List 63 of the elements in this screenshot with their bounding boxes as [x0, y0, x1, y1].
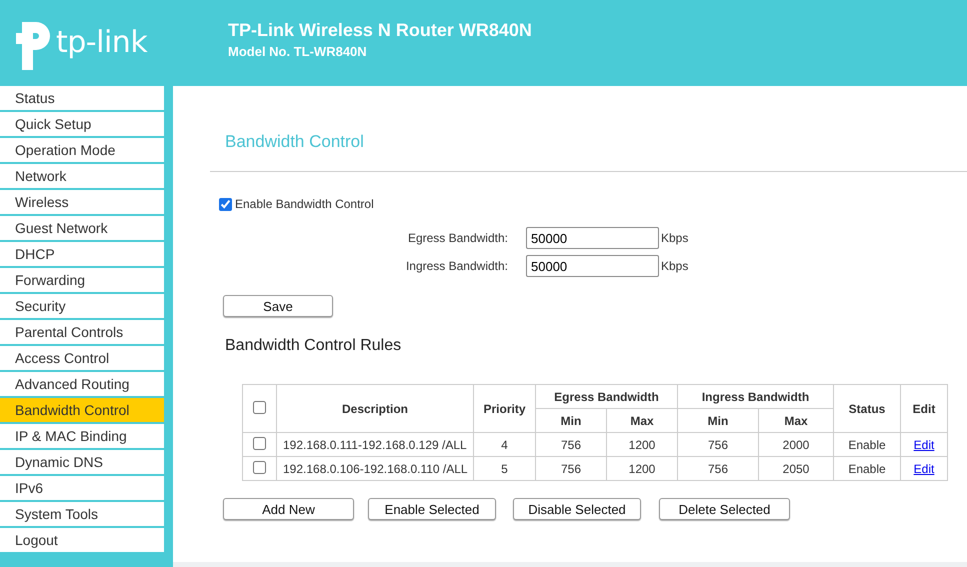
section-title: Bandwidth Control Rules: [225, 337, 402, 355]
sidebar-item[interactable]: IP & MAC Binding: [0, 424, 164, 448]
table-cell: 192.168.0.111-192.168.0.129 /ALL: [276, 432, 474, 456]
input-field[interactable]: 50000: [526, 227, 659, 249]
table-cell: 756: [678, 456, 758, 480]
sidebar-item[interactable]: Forwarding: [0, 268, 164, 292]
sidebar-item[interactable]: Quick Setup: [0, 112, 164, 136]
sidebar-item[interactable]: DHCP: [0, 242, 164, 266]
table-cell: 5: [474, 456, 536, 480]
sidebar-item[interactable]: Status: [0, 86, 164, 110]
column-header: Edit: [900, 384, 948, 432]
action-button[interactable]: Add New: [223, 498, 354, 520]
action-button[interactable]: Enable Selected: [368, 498, 496, 520]
sidebar-item[interactable]: Parental Controls: [0, 320, 164, 344]
action-button[interactable]: Delete Selected: [659, 498, 790, 520]
save-button[interactable]: Save: [223, 295, 333, 317]
table-cell: 756: [536, 456, 606, 480]
sidebar-item[interactable]: System Tools: [0, 502, 164, 526]
table-cell: 1200: [606, 456, 678, 480]
table-cell: 4: [474, 432, 536, 456]
field-label: Ingress Bandwidth:: [404, 259, 509, 273]
sidebar-item[interactable]: Network: [0, 164, 164, 188]
sidebar-item[interactable]: Logout: [0, 528, 164, 552]
sidebar-item[interactable]: Security: [0, 294, 164, 318]
column-header: Max: [606, 408, 678, 432]
column-header: Min: [536, 408, 606, 432]
column-header: Status: [834, 384, 900, 432]
checkbox-label: Enable Bandwidth Control: [235, 197, 374, 211]
unit-label: Kbps: [661, 231, 688, 245]
enable-checkbox[interactable]: [219, 198, 232, 210]
sidebar-item[interactable]: Operation Mode: [0, 138, 164, 162]
page-title: Bandwidth Control: [225, 132, 365, 152]
table-cell: 756: [536, 432, 606, 456]
field-label: Egress Bandwidth:: [406, 231, 509, 245]
unit-label: Kbps: [661, 259, 688, 273]
table-cell: 192.168.0.106-192.168.0.110 /ALL: [276, 456, 474, 480]
sidebar-item[interactable]: Advanced Routing: [0, 372, 164, 396]
column-header: Description: [276, 384, 474, 432]
column-header: Egress Bandwidth: [536, 384, 678, 408]
table-cell: Enable: [834, 432, 900, 456]
sidebar-item[interactable]: Bandwidth Control: [0, 398, 164, 422]
row-checkbox[interactable]: [253, 436, 266, 450]
logo-icon: [16, 20, 52, 72]
sidebar-item[interactable]: IPv6: [0, 476, 164, 500]
action-button[interactable]: Disable Selected: [513, 498, 641, 520]
table-cell: 2050: [758, 456, 834, 480]
column-header: Min: [678, 408, 758, 432]
column-header: Priority: [474, 384, 536, 432]
table-cell: Enable: [834, 456, 900, 480]
table-cell: 2000: [758, 432, 834, 456]
table-cell: 756: [678, 432, 758, 456]
model-number: Model No. TL-WR840N: [228, 44, 368, 58]
router-title: TP-Link Wireless N Router WR840N: [228, 20, 532, 40]
sidebar-item[interactable]: Dynamic DNS: [0, 450, 164, 474]
column-header: Ingress Bandwidth: [678, 384, 834, 408]
sidebar-item[interactable]: Access Control: [0, 346, 164, 370]
sidebar-item[interactable]: Guest Network: [0, 216, 164, 240]
logo-text: tp-link: [56, 24, 148, 60]
sidebar-item[interactable]: Wireless: [0, 190, 164, 214]
row-checkbox[interactable]: [253, 460, 266, 474]
select-all-checkbox[interactable]: [253, 400, 266, 414]
input-field[interactable]: 50000: [526, 255, 659, 277]
table-cell: 1200: [606, 432, 678, 456]
